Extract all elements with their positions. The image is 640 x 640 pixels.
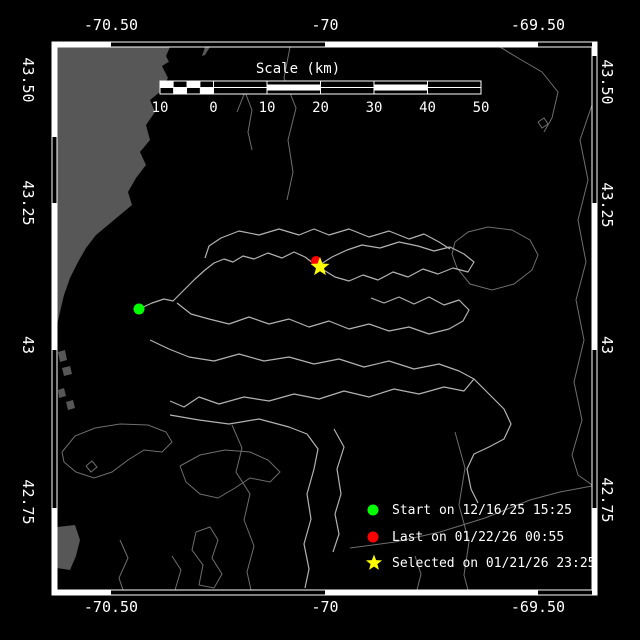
legend-item-label: Start on 12/16/25 15:25 [392,502,573,518]
legend-marker-circle [367,531,379,543]
zebra-segment [592,42,597,56]
drifter-track [332,428,345,553]
start-position-marker[interactable] [133,303,145,315]
coastline-contour [231,424,255,590]
lat-tick-label-left: 43.50 [19,57,37,103]
zebra-segment [325,42,538,47]
legend-marker-star [365,554,383,570]
bay-polygon [166,47,205,74]
coastline-contour [179,449,281,499]
coastline-contour [61,423,173,479]
legend-markers [365,504,383,570]
lon-tick-label-top: -69.50 [510,16,566,34]
drifter-track [138,251,319,310]
scale-bar-tick-label: 0 [209,100,218,116]
scale-bar-title: Scale (km) [255,61,341,77]
lon-tick-label-top: -70.50 [83,16,139,34]
legend-item: Last on 01/22/26 00:55 [392,528,564,546]
land-polygon [58,388,66,398]
scale-bar-checker-cell [199,87,214,95]
legend-item-label: Last on 01/22/26 00:55 [392,529,565,545]
zebra-segment [52,42,111,47]
zebra-segment [592,203,597,350]
drifter-track [176,296,470,335]
scale-bar-tick-label: 10 [151,100,169,116]
zebra-segment [592,508,597,595]
scale-bar-tick-label: 10 [258,100,276,116]
legend-item: Selected on 01/21/26 23:25 [392,554,596,572]
lat-tick-label-right: 42.75 [598,477,616,523]
coastline-contour [171,555,182,590]
legend-item: Start on 12/16/25 15:25 [392,501,572,519]
zebra-segment [325,590,538,595]
legend-marker-circle [367,504,379,516]
drifter-track [149,339,475,408]
drifter-track [204,228,451,259]
lat-tick-label-left: 43 [19,335,37,355]
track-markers[interactable] [133,256,330,315]
drifter-track [317,241,475,282]
zebra-segment [52,590,111,595]
coastline-contour [499,47,559,133]
drifter-track [169,414,319,589]
coastline-contour [191,526,223,589]
scale-bar [159,80,482,95]
land-polygons [57,47,210,570]
coastline-contour [451,226,539,291]
lon-tick-label-bottom: -70 [311,598,339,616]
scale-bar-checker-cell [173,87,188,95]
coastline-contour [236,90,253,151]
coastline-contour [85,460,98,473]
scale-bar-stripe [267,84,321,91]
scale-bar-tick-label: 40 [419,100,436,116]
coastline-contour [571,104,592,486]
lat-tick-label-right: 43 [598,335,616,355]
lat-tick-label-left: 42.75 [19,479,37,525]
lat-tick-label-right: 43.25 [598,182,616,228]
scale-bar-tick-label: 20 [312,100,329,116]
land-polygon [62,366,72,376]
lon-tick-label-bottom: -69.50 [510,598,566,616]
coastline-contour [118,539,129,590]
land-polygon [58,350,67,362]
coastline-contour [537,117,549,129]
scale-bar-stripe [374,84,428,91]
legend-item-label: Selected on 01/21/26 23:25 [392,555,596,571]
zebra-segment [52,42,57,137]
drifter-track-map-window: -70.50 -70 -69.50 -70.50 -70 -69.50 43.50 43.25… [0,0,640,640]
land-polygon [57,525,80,570]
land-polygon [66,400,75,410]
zebra-segment [52,508,57,595]
lon-tick-label-top: -70 [311,16,339,34]
lat-tick-label-left: 43.25 [19,180,37,226]
scale-bar-checker-cell [186,80,201,88]
scale-bar-tick-label: 30 [365,100,383,116]
scale-bar-tick-label: 50 [472,100,490,116]
zebra-segment [52,203,57,350]
lat-tick-label-right: 43.50 [598,59,616,105]
scale-bar-checker-cell [159,80,174,88]
drifter-track [466,378,512,504]
lon-tick-label-bottom: -70.50 [83,598,139,616]
